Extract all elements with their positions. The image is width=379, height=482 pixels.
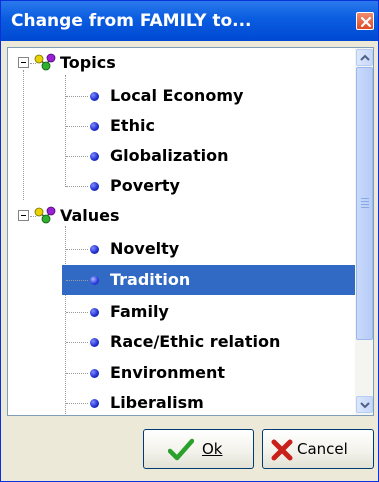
tree-item-label: Local Economy xyxy=(110,86,244,105)
vertical-scrollbar[interactable] xyxy=(355,48,373,415)
tree-connector xyxy=(66,373,88,374)
ok-button-label: Ok xyxy=(202,440,223,458)
tree-item-tradition[interactable]: Tradition xyxy=(8,265,355,295)
blue-bullet-icon xyxy=(90,182,99,191)
tree-item-race-ethic-relation[interactable]: Race/Ethic relation xyxy=(8,327,355,357)
tree-item-family[interactable]: Family xyxy=(8,297,355,327)
chevron-up-icon xyxy=(360,54,370,61)
tree-category-values[interactable]: Values xyxy=(8,201,355,231)
collapse-toggle-values[interactable] xyxy=(18,210,29,221)
tree-connector xyxy=(66,249,88,250)
thumb-grip xyxy=(361,204,369,205)
blue-bullet-icon xyxy=(90,122,99,131)
collapse-toggle-topics[interactable] xyxy=(18,57,29,68)
tree-item-globalization[interactable]: Globalization xyxy=(8,141,355,171)
change-category-dialog: Change from FAMILY to... Topics Local Ec… xyxy=(0,0,379,482)
tree-item-label: Globalization xyxy=(110,146,229,165)
tree-item-environment[interactable]: Environment xyxy=(8,358,355,388)
tree-connector xyxy=(66,186,88,187)
tree-item-label: Environment xyxy=(110,363,226,382)
cancel-button-label: Cancel xyxy=(297,440,348,458)
chevron-down-icon xyxy=(360,402,370,409)
blue-bullet-icon xyxy=(90,276,99,285)
tree-item-label: Tradition xyxy=(110,270,191,289)
blue-bullet-icon xyxy=(90,245,99,254)
red-x-icon xyxy=(271,439,293,461)
scroll-up-button[interactable] xyxy=(356,49,373,66)
tree-connector xyxy=(66,156,88,157)
blue-bullet-icon xyxy=(90,308,99,317)
tree-category-label: Topics xyxy=(60,53,116,72)
scroll-thumb[interactable] xyxy=(356,67,373,340)
scroll-down-button[interactable] xyxy=(356,396,373,413)
tree-connector xyxy=(66,342,88,343)
thumb-grip xyxy=(361,207,369,208)
blue-bullet-icon xyxy=(90,152,99,161)
checkmark-icon xyxy=(168,438,194,461)
tree-item-ethic[interactable]: Ethic xyxy=(8,111,355,141)
tree-item-label: Race/Ethic relation xyxy=(110,332,281,351)
tree-rows: Topics Local Economy Ethic Globalization xyxy=(8,48,355,415)
selection-highlight xyxy=(62,265,355,295)
blue-bullet-icon xyxy=(90,369,99,378)
molecule-icon xyxy=(34,206,56,224)
thumb-grip xyxy=(361,201,369,202)
tree-connector xyxy=(66,312,88,313)
tree-item-label: Novelty xyxy=(110,239,180,258)
blue-bullet-icon xyxy=(90,399,99,408)
tree-item-novelty[interactable]: Novelty xyxy=(8,234,355,264)
tree-item-poverty[interactable]: Poverty xyxy=(8,171,355,201)
tree-item-liberalism[interactable]: Liberalism xyxy=(8,388,355,415)
tree-connector xyxy=(66,280,88,281)
thumb-grip xyxy=(361,198,369,199)
blue-bullet-icon xyxy=(90,92,99,101)
tree-item-local-economy[interactable]: Local Economy xyxy=(8,81,355,111)
tree-connector xyxy=(66,403,88,404)
close-icon xyxy=(360,16,372,28)
tree-item-label: Family xyxy=(110,302,169,321)
title-bar[interactable]: Change from FAMILY to... xyxy=(1,1,378,41)
tree-item-label: Poverty xyxy=(110,176,180,195)
ok-button[interactable]: Ok xyxy=(143,429,254,469)
tree-category-topics[interactable]: Topics xyxy=(8,48,355,78)
tree-connector xyxy=(66,126,88,127)
dialog-title: Change from FAMILY to... xyxy=(11,11,252,31)
tree-item-label: Liberalism xyxy=(110,393,204,412)
molecule-icon xyxy=(34,53,56,71)
blue-bullet-icon xyxy=(90,338,99,347)
cancel-button[interactable]: Cancel xyxy=(262,429,374,469)
tree-category-label: Values xyxy=(60,206,120,225)
tree-item-label: Ethic xyxy=(110,116,155,135)
tree-connector xyxy=(66,96,88,97)
category-tree[interactable]: Topics Local Economy Ethic Globalization xyxy=(7,47,374,416)
close-button[interactable] xyxy=(356,12,374,30)
